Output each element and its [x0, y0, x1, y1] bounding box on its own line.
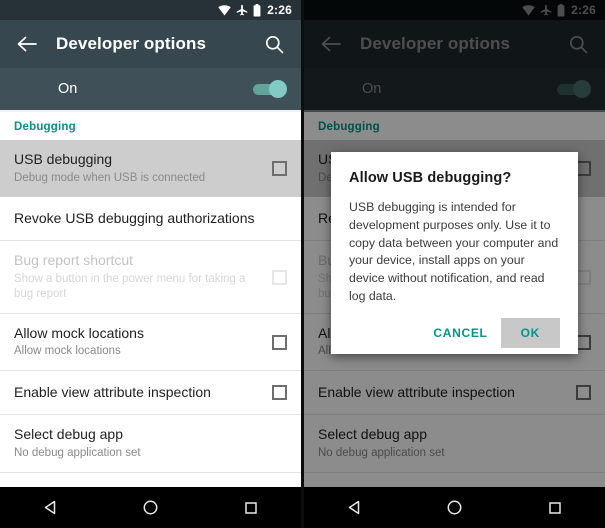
nav-recents-square-icon[interactable]: [228, 493, 274, 523]
row-text: USB debugging Debug mode when USB is con…: [14, 151, 272, 185]
left-screen-developer-options: 2:26 Developer options On Debugging USB …: [0, 0, 301, 528]
list-item-select-debug-app[interactable]: Select debug app No debug application se…: [0, 415, 301, 473]
nav-back-triangle-icon[interactable]: [331, 493, 377, 523]
back-arrow-icon[interactable]: [14, 31, 40, 57]
allow-usb-debugging-dialog: Allow USB debugging? USB debugging is in…: [331, 152, 578, 354]
checkbox-enable-view-attribute-inspection[interactable]: [272, 385, 287, 401]
row-title: USB debugging: [14, 151, 113, 167]
row-text: Allow mock locations Allow mock location…: [14, 325, 272, 359]
dialog-message: USB debugging is intended for developmen…: [349, 200, 559, 304]
dialog-title: Allow USB debugging?: [349, 170, 512, 186]
row-title: Select debug app: [14, 426, 123, 443]
list-item-usb-debugging[interactable]: USB debugging Debug mode when USB is con…: [0, 140, 301, 198]
section-header-debugging: Debugging: [14, 121, 76, 133]
row-text: Revoke USB debugging authorizations: [14, 210, 287, 228]
app-toolbar: Developer options: [0, 20, 301, 68]
master-switch-label: On: [58, 81, 78, 97]
cancel-button[interactable]: CANCEL: [420, 318, 500, 348]
nav-home-circle-icon[interactable]: [127, 493, 173, 523]
toggle-knob: [269, 80, 287, 98]
row-title: Enable view attribute inspection: [14, 384, 211, 400]
android-navigation-bar: [304, 487, 605, 528]
airplane-mode-icon: [236, 4, 248, 16]
nav-recents-square-icon[interactable]: [532, 493, 578, 523]
master-switch-toggle[interactable]: [253, 80, 287, 98]
checkbox-usb-debugging[interactable]: [272, 160, 287, 176]
wifi-icon: [218, 4, 231, 16]
search-icon[interactable]: [261, 31, 287, 57]
two-panel-comparison: 2:26 Developer options On Debugging USB …: [0, 0, 605, 528]
row-title: Revoke USB debugging authorizations: [14, 210, 255, 227]
right-screen-usb-debugging-dialog: 2:26 Developer options On Debugging USB …: [304, 0, 605, 528]
checkbox-allow-mock-locations[interactable]: [272, 334, 287, 350]
status-bar-clock: 2:26: [267, 3, 292, 17]
list-item-enable-view-attribute-inspection[interactable]: Enable view attribute inspection: [0, 371, 301, 416]
nav-back-triangle-icon[interactable]: [27, 493, 73, 523]
ok-button[interactable]: OK: [500, 317, 560, 348]
settings-list: Debugging USB debugging Debug mode when …: [0, 112, 301, 473]
row-subtitle: Debug mode when USB is connected: [14, 171, 206, 184]
row-subtitle: No debug application set: [14, 446, 141, 459]
row-title: Bug report shortcut: [14, 252, 134, 269]
status-bar: 2:26: [0, 0, 301, 20]
row-text: Bug report shortcut Show a button in the…: [14, 252, 272, 301]
row-title: Allow mock locations: [14, 324, 144, 341]
nav-home-circle-icon[interactable]: [431, 493, 477, 523]
android-navigation-bar: [0, 487, 301, 528]
list-item-revoke-usb-debugging-authorizations[interactable]: Revoke USB debugging authorizations: [0, 197, 301, 242]
page-title: Developer options: [56, 34, 207, 53]
row-subtitle: Show a button in the power menu for taki…: [14, 272, 246, 300]
list-item-bug-report-shortcut: Bug report shortcut Show a button in the…: [0, 241, 301, 314]
row-subtitle: Allow mock locations: [14, 345, 121, 358]
developer-options-master-switch-row[interactable]: On: [0, 68, 301, 112]
battery-icon: [253, 3, 261, 17]
row-text: Enable view attribute inspection: [14, 384, 272, 402]
checkbox-bug-report-shortcut: [272, 269, 287, 285]
list-item-allow-mock-locations[interactable]: Allow mock locations Allow mock location…: [0, 313, 301, 372]
dialog-actions: CANCEL OK: [349, 317, 560, 348]
row-text: Select debug app No debug application se…: [14, 426, 287, 460]
